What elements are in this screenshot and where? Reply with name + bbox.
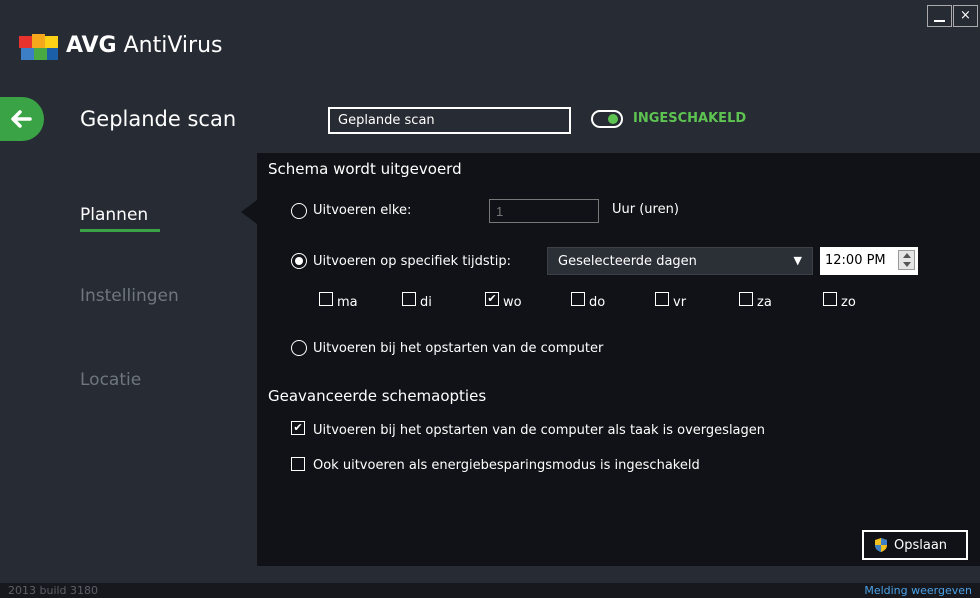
save-label: Opslaan (894, 538, 948, 553)
title-bar: AVG AntiVirus × (0, 0, 980, 96)
close-button[interactable]: × (953, 5, 978, 27)
enabled-toggle[interactable] (591, 110, 623, 128)
day-label: za (757, 295, 772, 310)
days-dropdown[interactable]: Geselecteerde dagen ▼ (547, 247, 813, 275)
radio-startup[interactable] (291, 340, 307, 356)
arrow-left-icon (11, 110, 32, 128)
day-label: di (420, 295, 432, 310)
day-checkbox-wo[interactable]: ✔ (485, 292, 499, 306)
time-value: 12:00 PM (825, 253, 886, 268)
avg-logo-icon (19, 34, 58, 60)
interval-input[interactable] (489, 199, 599, 223)
every-label: Uitvoeren elke: (313, 203, 412, 218)
checkbox-run-if-skipped[interactable]: ✔ (291, 421, 305, 435)
day-checkbox-za[interactable] (739, 292, 753, 306)
save-button[interactable]: Opslaan (862, 530, 968, 560)
build-info: 2013 build 3180 (8, 584, 99, 597)
sidebar-item-plannen[interactable]: Plannen (80, 205, 148, 225)
day-label: vr (673, 295, 687, 310)
status-bar: 2013 build 3180 Melding weergeven (0, 583, 980, 598)
show-notification-link[interactable]: Melding weergeven (864, 584, 972, 597)
active-indicator (80, 229, 160, 232)
toggle-label: INGESCHAKELD (633, 111, 747, 126)
power-saving-label: Ook uitvoeren als energiebesparingsmodus… (313, 458, 700, 473)
sidebar-item-instellingen[interactable]: Instellingen (80, 286, 179, 306)
app-name: AVG AntiVirus (66, 33, 223, 58)
panel-pointer (241, 200, 257, 224)
checkbox-power-saving[interactable] (291, 457, 305, 471)
day-label: ma (337, 295, 358, 310)
schedule-heading: Schema wordt uitgevoerd (268, 160, 462, 178)
day-label: wo (503, 295, 522, 310)
interval-unit: Uur (uren) (612, 202, 679, 217)
time-input[interactable]: 12:00 PM (820, 247, 918, 275)
radio-every[interactable] (291, 203, 307, 219)
page-title: Geplande scan (80, 107, 237, 131)
day-checkbox-ma[interactable] (319, 292, 333, 306)
radio-specific-time[interactable] (291, 253, 307, 269)
advanced-heading: Geavanceerde schemaopties (268, 387, 487, 405)
sidebar-item-locatie[interactable]: Locatie (80, 370, 141, 390)
startup-label: Uitvoeren bij het opstarten van de compu… (313, 341, 604, 356)
scan-name-input[interactable] (328, 107, 571, 134)
back-button[interactable] (0, 97, 44, 141)
minimize-button[interactable] (927, 5, 952, 27)
specific-label: Uitvoeren op specifiek tijdstip: (313, 254, 511, 269)
day-checkbox-vr[interactable] (655, 292, 669, 306)
shield-icon (875, 538, 887, 552)
chevron-down-icon: ▼ (793, 254, 802, 267)
day-checkbox-zo[interactable] (823, 292, 837, 306)
day-checkbox-do[interactable] (571, 292, 585, 306)
run-if-skipped-label: Uitvoeren bij het opstarten van de compu… (313, 423, 766, 438)
day-checkbox-di[interactable] (402, 292, 416, 306)
schedule-panel: Schema wordt uitgevoerd Uitvoeren elke: … (257, 153, 980, 566)
spinner-icon[interactable] (898, 250, 915, 270)
dropdown-value: Geselecteerde dagen (558, 254, 697, 269)
day-label: do (589, 295, 606, 310)
day-label: zo (841, 295, 856, 310)
